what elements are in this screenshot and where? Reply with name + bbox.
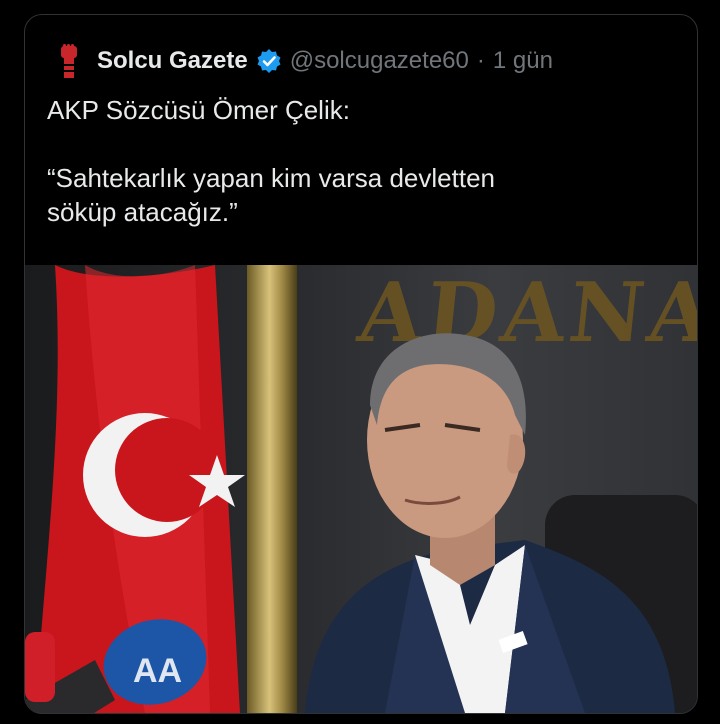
tweet-line-1: AKP Sözcüsü Ömer Çelik:	[47, 95, 350, 125]
fist-logo-icon[interactable]	[55, 43, 83, 79]
mic-label: AA	[133, 652, 182, 690]
verified-badge-icon	[256, 48, 282, 74]
tweet-line-2: “Sahtekarlık yapan kim varsa devletten	[47, 163, 495, 193]
separator-dot: ·	[476, 47, 485, 74]
tweet-text: AKP Sözcüsü Ömer Çelik: “Sahtekarlık yap…	[47, 93, 677, 229]
tweet-card[interactable]: Solcu Gazete @solcugazete60 · 1 gün AKP …	[24, 14, 698, 714]
author-name[interactable]: Solcu Gazete	[97, 47, 248, 75]
tweet-photo[interactable]: ADANA AA	[25, 265, 697, 713]
author-handle[interactable]: @solcugazete60	[290, 47, 469, 75]
tweet-header: Solcu Gazete @solcugazete60 · 1 gün	[55, 41, 677, 81]
timestamp[interactable]: 1 gün	[493, 47, 553, 75]
microphone: AA	[25, 619, 207, 713]
tweet-line-3: söküp atacağız.”	[47, 197, 238, 227]
